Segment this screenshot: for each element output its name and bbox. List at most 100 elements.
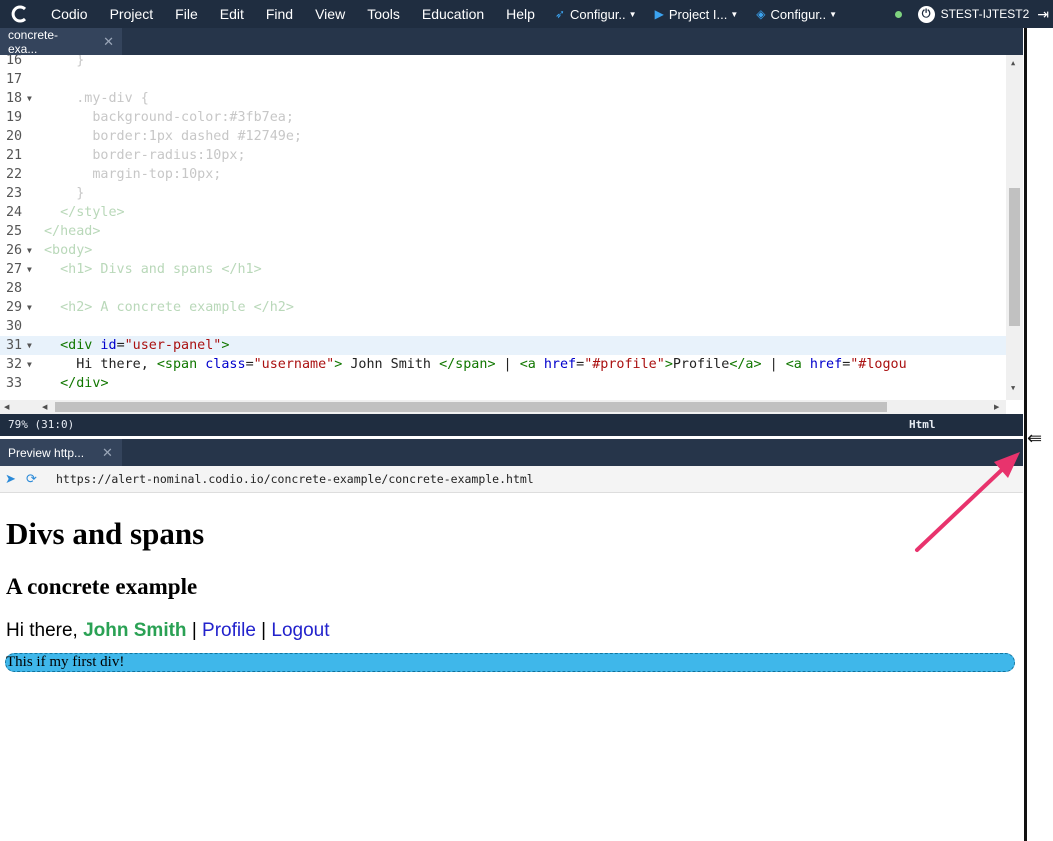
code-line[interactable]: 27 ▼ <h1> Divs and spans </h1>	[0, 260, 1006, 279]
code-text: </div>	[60, 376, 109, 391]
code-line[interactable]: 18 ▼ .my-div {	[0, 89, 1006, 108]
code-line[interactable]: 17	[0, 70, 1006, 89]
code-text: <h1> Divs and spans </h1>	[44, 262, 262, 277]
scroll-down-arrow-icon[interactable]: ▼	[1011, 384, 1015, 392]
horizontal-scroll-thumb[interactable]	[55, 402, 887, 412]
code-line[interactable]: 24 </style>	[0, 203, 1006, 222]
vertical-scroll-thumb[interactable]	[1009, 188, 1020, 326]
scroll-left-arrow-icon[interactable]: ◀	[4, 403, 9, 411]
code-line[interactable]: 19 background-color:#3fb7ea;	[0, 108, 1006, 127]
code-text: .my-div {	[44, 91, 149, 106]
user-panel: Hi there, John Smith | Profile | Logout	[6, 620, 330, 642]
menu-codio[interactable]: Codio	[40, 0, 99, 28]
zoom-cursor-position: 79% (31:0)	[8, 418, 75, 431]
greeting-text: Hi there,	[6, 620, 84, 641]
line-number: 25	[6, 224, 23, 239]
code-line[interactable]: 28	[0, 279, 1006, 298]
close-icon[interactable]: ✕	[103, 34, 114, 50]
rocket-icon: ➶	[554, 7, 566, 21]
caret-down-icon: ▼	[730, 9, 739, 19]
fold-arrow-icon[interactable]: ▼	[27, 336, 32, 355]
preview-tab-strip: Preview http... ✕	[0, 439, 1023, 466]
my-div-box: This if my first div!	[5, 653, 1015, 672]
username: John Smith	[83, 620, 187, 641]
logout-icon[interactable]: ⇥	[1037, 6, 1049, 23]
code-line[interactable]: 25 </head>	[0, 222, 1006, 241]
menu-project[interactable]: Project	[99, 0, 165, 28]
menu-tools[interactable]: Tools	[356, 0, 411, 28]
menu-file[interactable]: File	[164, 0, 209, 28]
fold-arrow-icon[interactable]: ▼	[27, 89, 32, 108]
menu-education[interactable]: Education	[411, 0, 495, 28]
line-number: 30	[6, 319, 23, 334]
preview-url[interactable]: https://alert-nominal.codio.io/concrete-…	[56, 472, 534, 486]
editor-tab-strip: concrete-exa... ✕	[0, 27, 1023, 56]
code-line[interactable]: 32 ▼ Hi there, <span class="username"> Jo…	[0, 355, 1006, 374]
code-line[interactable]: 20 border:1px dashed #12749e;	[0, 127, 1006, 146]
scroll-right-arrow-icon[interactable]: ▶	[994, 403, 999, 411]
caret-down-icon: ▼	[628, 9, 637, 19]
configure-dropdown-1-label: Configur..	[570, 6, 626, 22]
line-number: 26	[6, 243, 23, 258]
tab-concrete-example[interactable]: concrete-exa... ✕	[0, 27, 122, 56]
scroll-up-arrow-icon[interactable]: ▲	[1011, 59, 1015, 67]
fold-arrow-icon[interactable]: ▼	[27, 355, 32, 374]
menu-find[interactable]: Find	[255, 0, 304, 28]
profile-link[interactable]: Profile	[202, 620, 256, 641]
code-editor[interactable]: 16 } 17 18 ▼ .my-div {19 background-color:#…	[0, 55, 1023, 400]
code-line[interactable]: 23 }	[0, 184, 1006, 203]
tab-label: Preview http...	[8, 445, 85, 460]
code-text: <h2> A concrete example </h2>	[44, 300, 294, 315]
line-number: 21	[6, 148, 23, 163]
fold-arrow-icon[interactable]: ▼	[27, 260, 32, 279]
project-index-dropdown[interactable]: ▶ Project I... ▼	[646, 0, 748, 28]
separator: |	[186, 620, 203, 641]
fold-arrow-icon[interactable]: ▼	[27, 241, 32, 260]
separator: |	[255, 620, 272, 641]
code-line[interactable]: 30	[0, 317, 1006, 336]
configure-dropdown-2[interactable]: ◈ Configur.. ▼	[747, 0, 846, 28]
preview-url-bar: ➤ ⟳ https://alert-nominal.codio.io/concr…	[0, 466, 1023, 493]
tab-label: concrete-exa...	[8, 27, 59, 56]
menu-help[interactable]: Help	[495, 0, 546, 28]
user-name[interactable]: STEST-IJTEST2	[941, 7, 1030, 21]
preview-heading-1: Divs and spans	[6, 516, 205, 551]
code-text: background-color:#3fb7ea;	[44, 110, 294, 125]
code-text: </head>	[44, 224, 101, 239]
code-line[interactable]: 33 </div>	[0, 374, 1006, 393]
code-line[interactable]: 16 }	[0, 55, 1006, 70]
menu-edit[interactable]: Edit	[209, 0, 255, 28]
code-text: Hi there, <span class="username"> John S…	[44, 357, 907, 372]
right-side-panel: ⇚	[1023, 28, 1053, 841]
refresh-icon[interactable]: ⟳	[26, 471, 42, 487]
logout-link[interactable]: Logout	[271, 620, 329, 641]
code-text: <div id="user-panel">	[60, 338, 230, 353]
menu-view[interactable]: View	[304, 0, 356, 28]
preview-heading-2: A concrete example	[6, 574, 198, 599]
diamond-icon: ◈	[756, 7, 766, 21]
code-line[interactable]: 29 ▼ <h2> A concrete example </h2>	[0, 298, 1006, 317]
vertical-scrollbar[interactable]: ▲ ▼	[1006, 55, 1023, 400]
configure-dropdown-1[interactable]: ➶ Configur.. ▼	[546, 0, 646, 28]
syntax-mode[interactable]: Html	[909, 414, 936, 436]
codio-logo-icon[interactable]	[0, 0, 40, 28]
close-icon[interactable]: ✕	[102, 445, 113, 461]
code-text: border-radius:10px;	[44, 148, 246, 163]
fold-arrow-icon[interactable]: ▼	[27, 298, 32, 317]
horizontal-scrollbar[interactable]: ◀ ◀ ▶	[0, 400, 1006, 414]
line-number: 16	[6, 55, 23, 68]
scroll-left-arrow-icon[interactable]: ◀	[42, 403, 47, 411]
code-line[interactable]: 22 margin-top:10px;	[0, 165, 1006, 184]
code-line[interactable]: 31 ▼ <div id="user-panel">	[0, 336, 1006, 355]
tab-preview[interactable]: Preview http... ✕	[0, 439, 122, 466]
navigate-icon[interactable]: ➤	[5, 471, 21, 487]
code-text: }	[44, 55, 85, 68]
code-line[interactable]: 21 border-radius:10px;	[0, 146, 1006, 165]
power-icon[interactable]: ⏻	[917, 5, 935, 23]
play-icon: ▶	[654, 7, 664, 21]
line-number: 27	[6, 262, 23, 277]
code-line[interactable]: 26 ▼ <body>	[0, 241, 1006, 260]
line-number: 23	[6, 186, 23, 201]
line-number: 28	[6, 281, 23, 296]
top-menubar: Codio Project File Edit Find View Tools …	[0, 0, 1053, 28]
